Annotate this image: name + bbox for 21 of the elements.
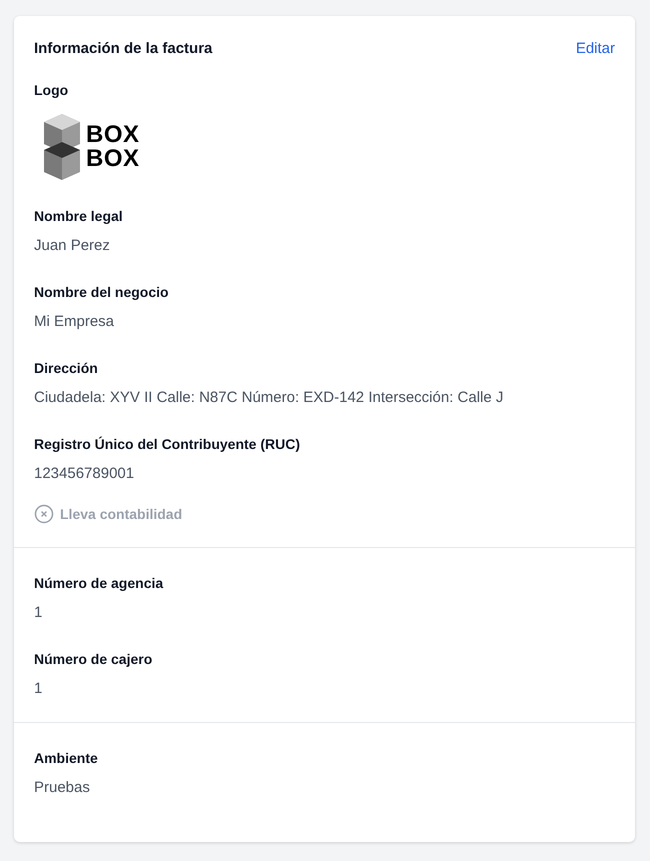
field-value: 1 — [34, 679, 44, 699]
field-value: Juan Perez — [34, 236, 111, 256]
field-value: Pruebas — [34, 778, 91, 798]
field-label: Nombre legal — [34, 207, 124, 226]
field-value: 1 — [34, 603, 44, 623]
edit-link[interactable]: Editar — [576, 40, 615, 56]
field-label: Ambiente — [34, 749, 99, 768]
field-label: Nombre del negocio — [34, 283, 170, 302]
field-label: Logo — [34, 81, 70, 100]
boxes-icon — [44, 114, 80, 180]
field-label: Número de agencia — [34, 574, 164, 593]
flag-label: Lleva contabilidad — [60, 506, 182, 522]
field-value: Mi Empresa — [34, 312, 116, 332]
logo-text: BOX — [86, 123, 140, 147]
field-label: Registro Único del Contribuyente (RUC) — [34, 435, 302, 454]
field-label: Dirección — [34, 359, 99, 378]
logo-text: BOX — [86, 147, 140, 171]
field-label: Número de cajero — [34, 650, 154, 669]
field-value: 123456789001 — [34, 464, 136, 484]
field-value: Ciudadela: XYV II Calle: N87C Número: EXD-142 Intersección: Calle J — [34, 388, 504, 408]
card-title: Información de la factura — [34, 40, 212, 56]
